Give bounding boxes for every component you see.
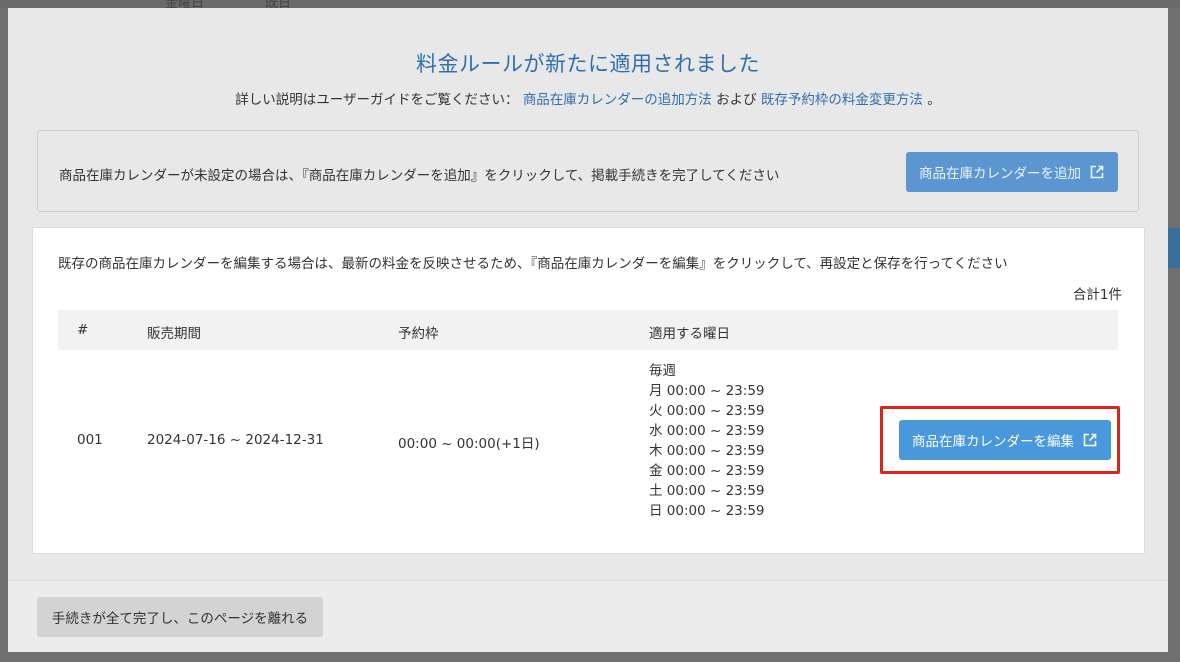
highlight-box: 商品在庫カレンダーを編集 [880,406,1120,474]
row-id: 001 [77,432,103,448]
total-count: 合計1件 [1072,287,1122,303]
column-header-number: # [77,322,89,338]
edit-calendar-instruction: 既存の商品在庫カレンダーを編集する場合は、最新の料金を反映させるため、『商品在庫… [58,256,1008,272]
days-header: 毎週 [649,363,676,379]
row-period: 2024-07-16 ~ 2024-12-31 [147,432,324,448]
day-saturday: 土 00:00 ~ 23:59 [649,483,765,499]
modal-title: 料金ルールが新たに適用されました [416,52,760,76]
subtitle-and: および [716,92,757,108]
day-wednesday: 水 00:00 ~ 23:59 [649,423,765,439]
day-thursday: 木 00:00 ~ 23:59 [649,443,765,459]
subtitle-suffix: 。 [927,92,941,108]
external-link-icon [1083,433,1097,447]
modal-footer: 手続きが全て完了し、このページを離れる [8,580,1168,652]
day-sunday: 日 00:00 ~ 23:59 [649,503,765,519]
day-friday: 金 00:00 ~ 23:59 [649,463,765,479]
add-calendar-button[interactable]: 商品在庫カレンダーを追加 [906,152,1118,192]
guide-link-add-calendar[interactable]: 商品在庫カレンダーの追加方法 [523,92,712,108]
column-header-slot: 予約枠 [398,326,439,342]
column-header-days: 適用する曜日 [649,326,730,342]
complete-and-leave-button[interactable]: 手続きが全て完了し、このページを離れる [37,597,323,637]
background-element [1168,228,1180,268]
row-days: 毎週 月 00:00 ~ 23:59 火 00:00 ~ 23:59 水 00:… [649,361,765,521]
guide-link-change-price[interactable]: 既存予約枠の料金変更方法 [761,92,923,108]
table-header: # 販売期間 予約枠 適用する曜日 [58,310,1118,350]
edit-calendar-section: 既存の商品在庫カレンダーを編集する場合は、最新の料金を反映させるため、『商品在庫… [33,228,1144,553]
subtitle-prefix: 詳しい説明はユーザーガイドをご覧ください： [235,92,519,108]
modal-dialog: 料金ルールが新たに適用されました 詳しい説明はユーザーガイドをご覧ください： 商… [8,8,1168,652]
day-tuesday: 火 00:00 ~ 23:59 [649,403,765,419]
day-monday: 月 00:00 ~ 23:59 [649,383,765,399]
column-header-period: 販売期間 [147,326,201,342]
add-calendar-instruction: 商品在庫カレンダーが未設定の場合は、『商品在庫カレンダーを追加』をクリックして、… [59,168,780,184]
add-calendar-button-label: 商品在庫カレンダーを追加 [919,166,1081,182]
row-slot: 00:00 ~ 00:00(+1日) [398,436,540,452]
modal-subtitle: 詳しい説明はユーザーガイドをご覧ください： 商品在庫カレンダーの追加方法 および… [8,88,1168,108]
add-calendar-section: 商品在庫カレンダーが未設定の場合は、『商品在庫カレンダーを追加』をクリックして、… [37,130,1139,212]
external-link-icon [1090,165,1104,179]
edit-calendar-button-label: 商品在庫カレンダーを編集 [912,434,1074,450]
edit-calendar-button[interactable]: 商品在庫カレンダーを編集 [899,420,1111,460]
